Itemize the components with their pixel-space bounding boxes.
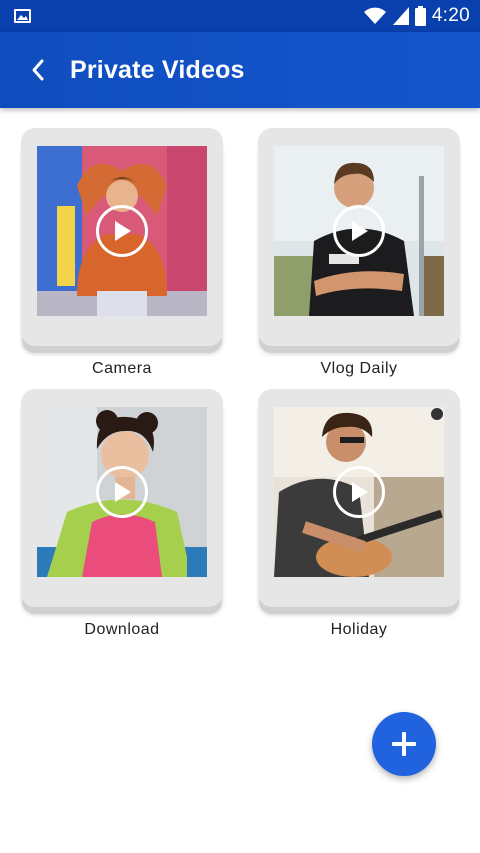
status-time: 4:20 — [431, 5, 470, 26]
play-icon[interactable] — [333, 466, 385, 518]
video-thumbnail[interactable] — [37, 146, 207, 316]
system-icons: 4:20 — [363, 5, 470, 27]
folder-label: Holiday — [330, 621, 388, 638]
app-bar: Private Videos — [0, 32, 480, 108]
wifi-icon — [363, 7, 386, 24]
video-thumbnail[interactable] — [274, 146, 444, 316]
play-icon[interactable] — [333, 205, 385, 257]
folder-card[interactable] — [21, 128, 223, 346]
page-title: Private Videos — [70, 56, 245, 84]
gallery-icon — [14, 9, 31, 23]
battery-icon — [414, 6, 426, 26]
folder-label: Vlog Daily — [320, 360, 398, 377]
back-button[interactable] — [18, 52, 58, 88]
status-bar: 4:20 — [0, 0, 480, 32]
folder-card[interactable] — [21, 389, 223, 607]
folder-card[interactable] — [258, 389, 460, 607]
signal-icon — [392, 7, 409, 25]
play-icon[interactable] — [96, 205, 148, 257]
folder-card[interactable] — [258, 128, 460, 346]
video-thumbnail[interactable] — [37, 407, 207, 577]
folder-label: Download — [84, 621, 160, 638]
video-thumbnail[interactable] — [274, 407, 444, 577]
plus-icon — [392, 732, 416, 756]
add-folder-button[interactable] — [372, 712, 436, 776]
folder-label: Camera — [92, 360, 152, 377]
play-icon[interactable] — [96, 466, 148, 518]
chevron-left-icon — [32, 59, 44, 81]
